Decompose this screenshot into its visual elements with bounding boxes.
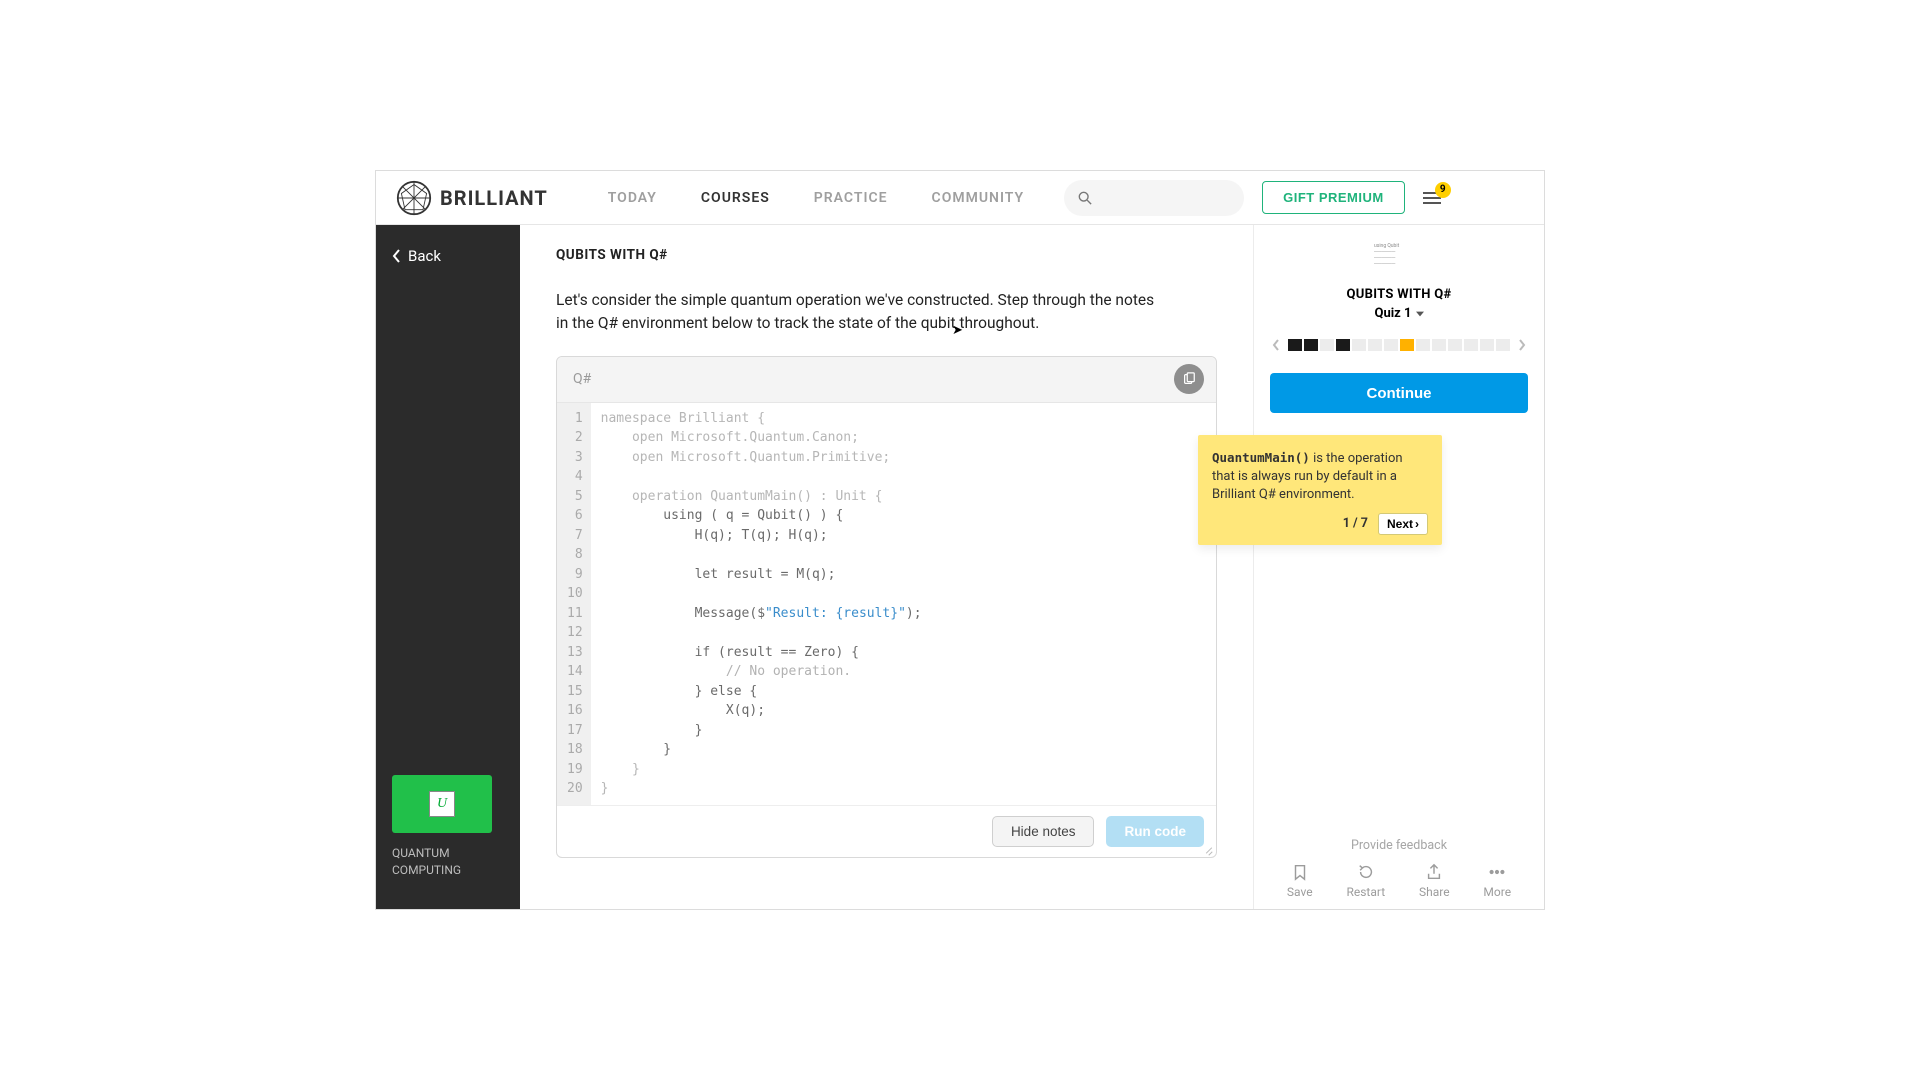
progress-segment[interactable] [1400, 339, 1414, 351]
progress-segment[interactable] [1496, 339, 1510, 351]
code-language-label: Q# [573, 371, 591, 387]
copy-icon [1182, 372, 1196, 386]
nav-community[interactable]: COMMUNITY [932, 190, 1025, 206]
progress-segment[interactable] [1416, 339, 1430, 351]
logo[interactable]: BRILLIANT [396, 180, 548, 216]
progress-segment[interactable] [1368, 339, 1382, 351]
share-button[interactable]: Share [1419, 863, 1450, 899]
chevron-left-icon [392, 249, 402, 263]
line-gutter: 1234567891011121314151617181920 [557, 403, 591, 805]
more-button[interactable]: More [1483, 863, 1511, 899]
main-nav: TODAY COURSES PRACTICE COMMUNITY [608, 190, 1024, 206]
quiz-selector[interactable]: Quiz 1 [1270, 306, 1528, 321]
callout-page: 1 / 7 [1343, 515, 1368, 533]
lesson-title: QUBITS WITH Q# [556, 247, 1217, 263]
menu-button[interactable]: 9 [1423, 192, 1441, 204]
hide-notes-button[interactable]: Hide notes [992, 816, 1095, 847]
progress-segment[interactable] [1432, 339, 1446, 351]
provide-feedback-link[interactable]: Provide feedback [1270, 838, 1528, 853]
continue-button[interactable]: Continue [1270, 373, 1528, 413]
code-source[interactable]: namespace Brilliant { open Microsoft.Qua… [591, 403, 1216, 805]
progress-segment[interactable] [1448, 339, 1462, 351]
code-editor: Q# 1234567891011121314151617181920 names… [556, 356, 1217, 858]
course-name: QUANTUM COMPUTING [392, 845, 504, 879]
chevron-down-icon [1416, 311, 1424, 317]
progress-segment[interactable] [1288, 339, 1302, 351]
progress-segment[interactable] [1464, 339, 1478, 351]
lesson-sidebar: using Qubit────────────────── QUBITS WIT… [1254, 225, 1544, 909]
search-input[interactable] [1064, 180, 1244, 216]
course-thumb-letter: U [429, 791, 455, 817]
callout-next-button[interactable]: Next › [1378, 513, 1428, 535]
save-button[interactable]: Save [1287, 863, 1313, 899]
lesson-description: Let's consider the simple quantum operat… [556, 289, 1156, 336]
progress-prev-button[interactable] [1272, 339, 1280, 351]
restart-button[interactable]: Restart [1346, 863, 1385, 899]
nav-today[interactable]: TODAY [608, 190, 657, 206]
progress-segment[interactable] [1480, 339, 1494, 351]
quiz-selector-label: Quiz 1 [1375, 306, 1412, 321]
topbar: BRILLIANT TODAY COURSES PRACTICE COMMUNI… [376, 171, 1544, 225]
bookmark-icon [1291, 863, 1309, 881]
lesson-main: QUBITS WITH Q# Let's consider the simple… [520, 225, 1254, 909]
course-thumbnail[interactable]: U [392, 775, 492, 833]
back-button[interactable]: Back [376, 239, 520, 273]
brand-text: BRILLIANT [440, 186, 548, 210]
resize-handle-icon[interactable] [1203, 844, 1213, 854]
progress-bar [1288, 339, 1510, 351]
app-window: BRILLIANT TODAY COURSES PRACTICE COMMUNI… [375, 170, 1545, 910]
progress-segment[interactable] [1384, 339, 1398, 351]
copy-code-button[interactable] [1174, 364, 1204, 394]
search-icon [1078, 191, 1092, 205]
lesson-mini-preview: using Qubit────────────────── [1374, 243, 1424, 277]
nav-practice[interactable]: PRACTICE [814, 190, 888, 206]
notification-badge: 9 [1435, 182, 1451, 198]
note-callout: QuantumMain() is the operation that is a… [1198, 435, 1442, 545]
callout-code: QuantumMain() [1212, 450, 1310, 465]
progress-next-button[interactable] [1518, 339, 1526, 351]
progress-segment[interactable] [1352, 339, 1366, 351]
run-code-button[interactable]: Run code [1106, 816, 1204, 847]
gift-premium-button[interactable]: GIFT PREMIUM [1262, 181, 1405, 214]
nav-courses[interactable]: COURSES [701, 190, 770, 206]
restart-icon [1357, 863, 1375, 881]
brilliant-logo-icon [396, 180, 432, 216]
progress-segment[interactable] [1320, 339, 1334, 351]
progress-segment[interactable] [1336, 339, 1350, 351]
more-icon [1488, 863, 1506, 881]
sidebar: Back U QUANTUM COMPUTING [376, 225, 520, 909]
share-icon [1425, 863, 1443, 881]
chevron-right-icon: › [1415, 517, 1419, 531]
quiz-title: QUBITS WITH Q# [1270, 287, 1528, 302]
back-label: Back [408, 247, 441, 265]
progress-segment[interactable] [1304, 339, 1318, 351]
